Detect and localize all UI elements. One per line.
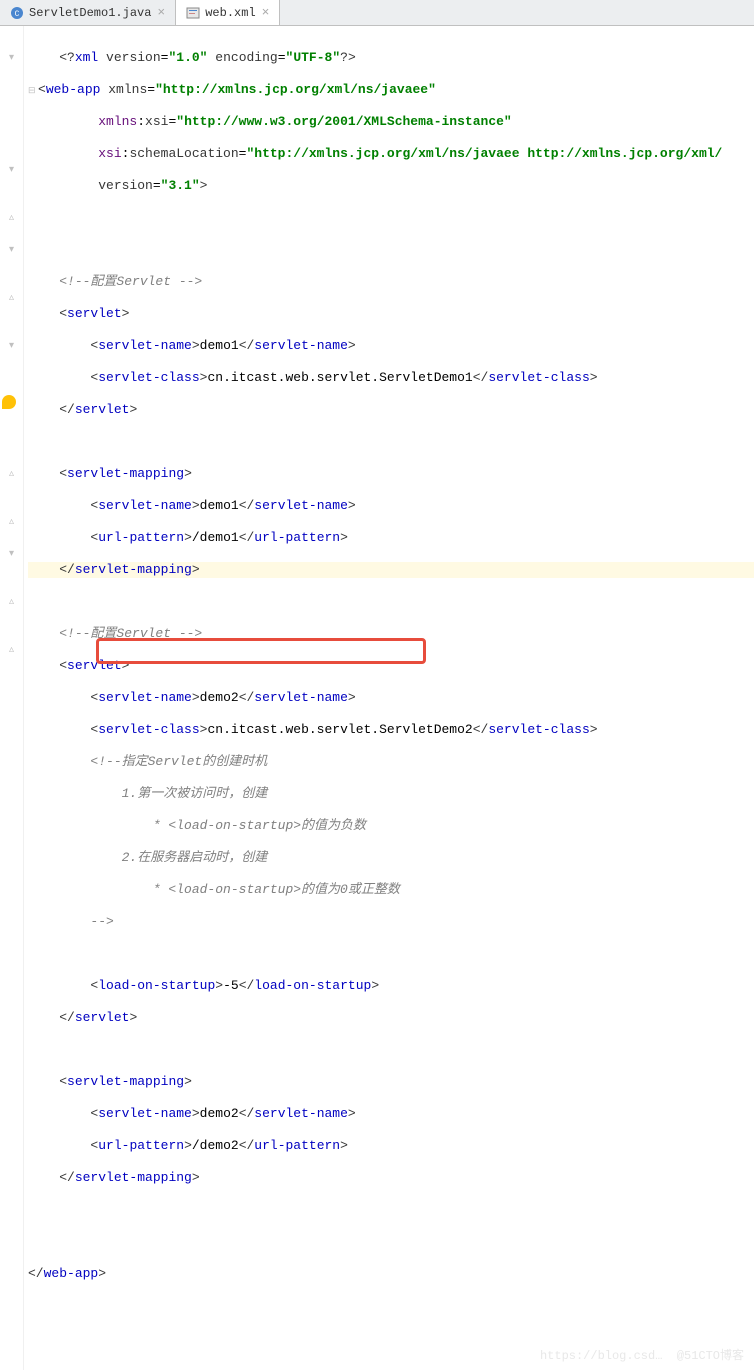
java-file-icon: C bbox=[10, 6, 24, 20]
close-icon[interactable]: × bbox=[262, 5, 270, 20]
tab-label: web.xml bbox=[205, 6, 255, 20]
load-on-startup-value: -5 bbox=[223, 978, 239, 993]
gutter: ▾ ▾ ▵ ▾ ▵ ▾ ▵ ▵ ▾ ▵ ▵ bbox=[0, 26, 24, 1370]
tab-bar: C ServletDemo1.java × web.xml × bbox=[0, 0, 754, 26]
tab-label: ServletDemo1.java bbox=[29, 6, 151, 20]
close-icon[interactable]: × bbox=[157, 5, 165, 20]
code-editor[interactable]: ▾ ▾ ▵ ▾ ▵ ▾ ▵ ▵ ▾ ▵ ▵ <?xml version="1.0… bbox=[0, 26, 754, 1370]
tab-webxml[interactable]: web.xml × bbox=[176, 0, 280, 25]
xml-file-icon bbox=[186, 6, 200, 20]
tab-servletdemo1[interactable]: C ServletDemo1.java × bbox=[0, 0, 176, 25]
svg-text:C: C bbox=[15, 10, 20, 19]
code-content[interactable]: <?xml version="1.0" encoding="UTF-8"?> ⊟… bbox=[24, 26, 754, 1370]
watermark: https://blog.csd… @51CTO博客 bbox=[540, 1348, 744, 1364]
lightbulb-icon[interactable] bbox=[2, 395, 16, 409]
